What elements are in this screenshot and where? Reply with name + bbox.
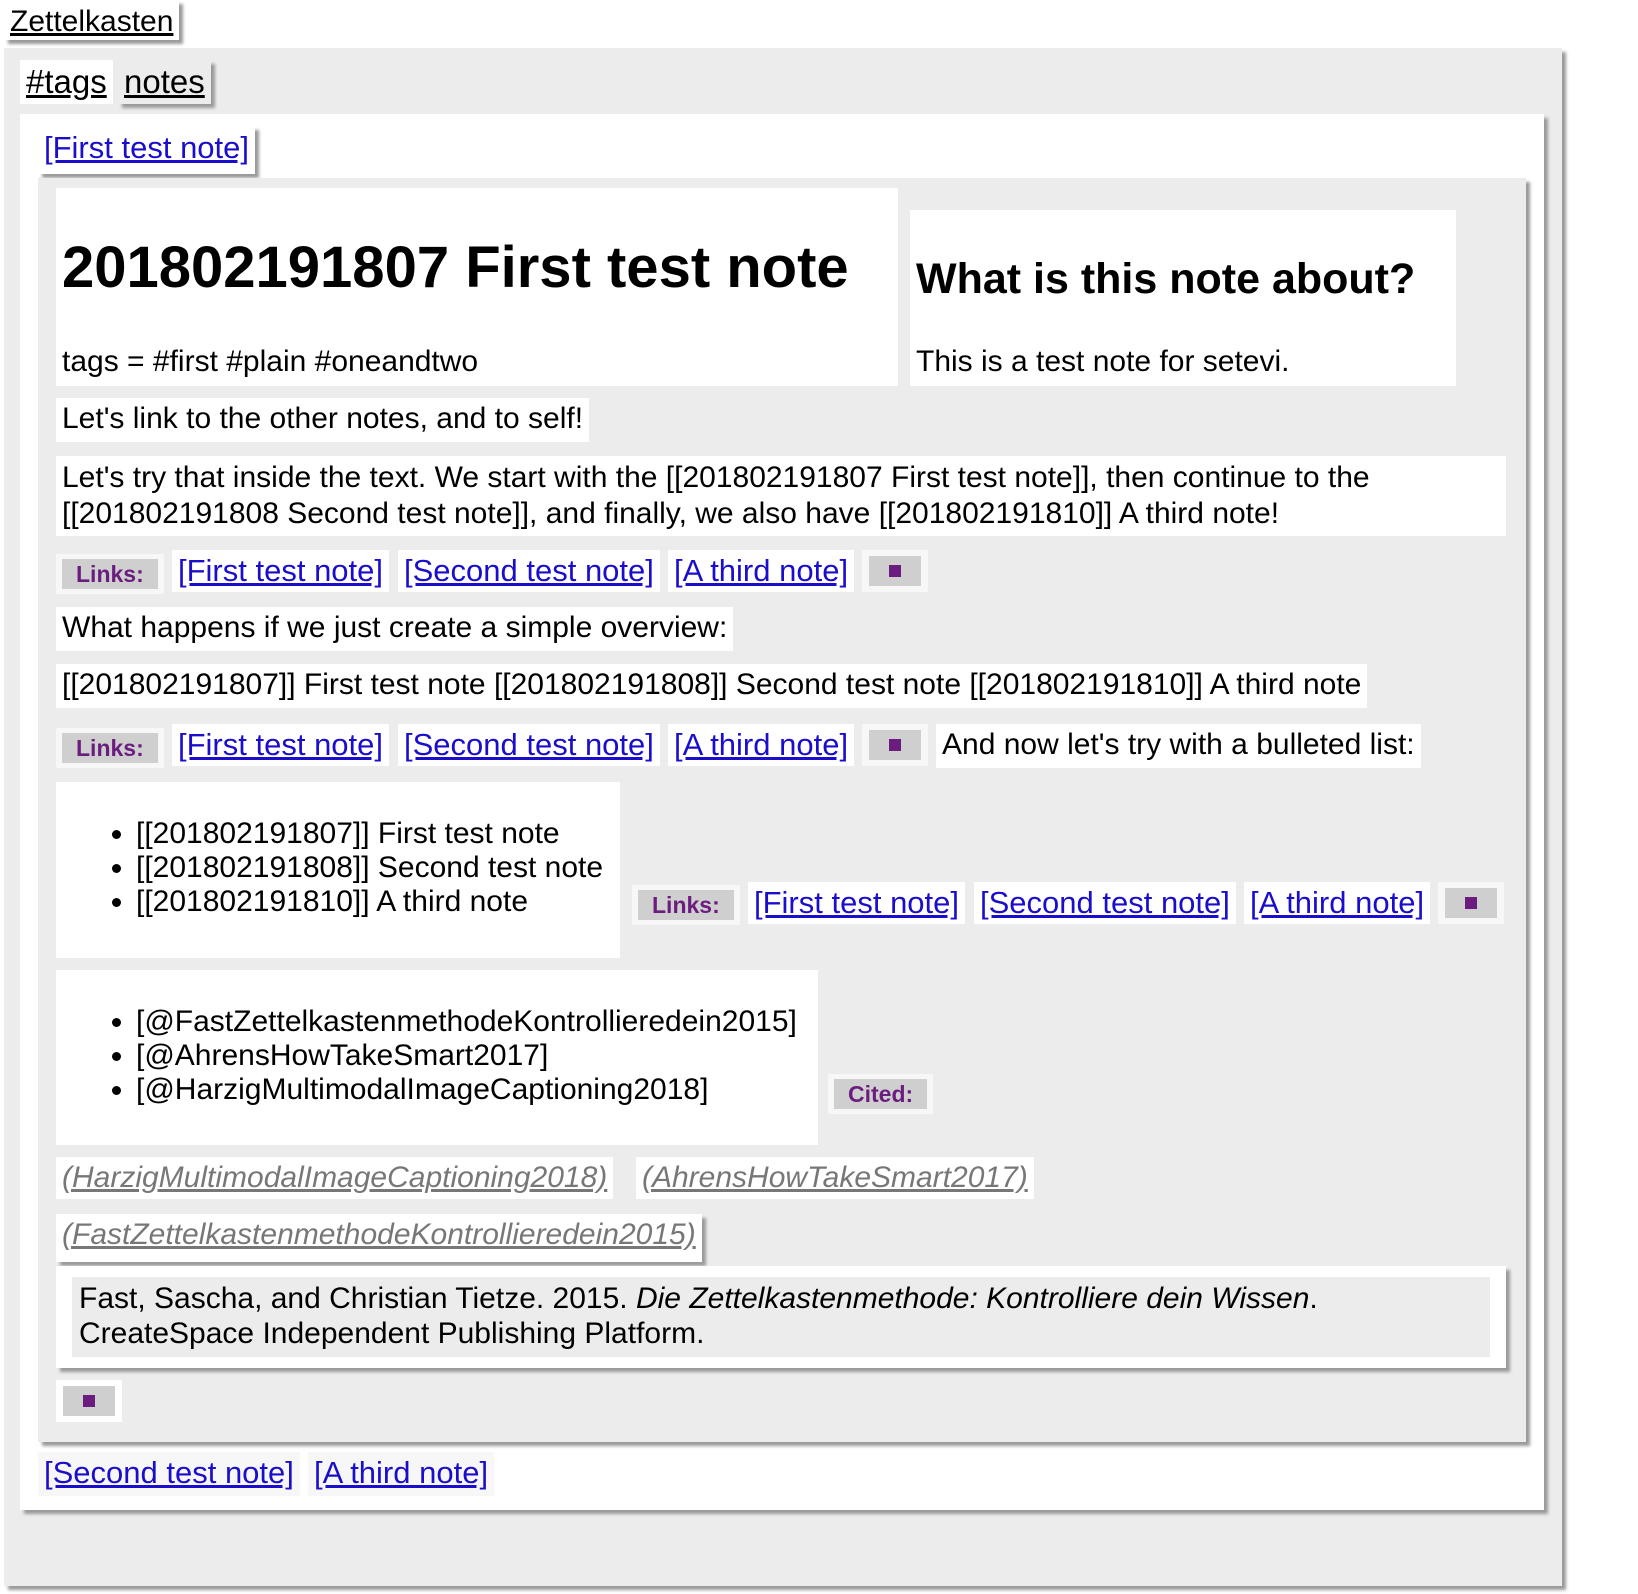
link-chip-second[interactable]: [Second test note] <box>398 550 660 592</box>
paragraph-overview-intro: What happens if we just create a simple … <box>56 607 734 651</box>
tab-notes-label[interactable]: notes <box>124 63 205 100</box>
note-tab-first[interactable]: [First test note] <box>38 126 256 174</box>
reference-entry: Fast, Sascha, and Christian Tietze. 2015… <box>72 1277 1490 1357</box>
link-second-note[interactable]: [Second test note] <box>404 727 654 762</box>
link-third-note[interactable]: [A third note] <box>674 553 848 588</box>
stop-icon <box>869 556 921 586</box>
cited-label: Cited: <box>834 1079 928 1109</box>
reference-panel: Fast, Sascha, and Christian Tietze. 2015… <box>56 1266 1506 1368</box>
citation-chip[interactable]: (HarzigMultimodalImageCaptioning2018) <box>56 1157 614 1199</box>
about-box: What is this note about? This is a test … <box>910 210 1456 386</box>
citation-link-fast[interactable]: (FastZettelkastenmethodeKontrollieredein… <box>62 1218 696 1251</box>
links-chip-3: Links: <box>632 885 740 925</box>
link-first-note[interactable]: [First test note] <box>178 727 383 762</box>
paragraph-inline-links: Let's try that inside the text. We start… <box>56 456 1506 536</box>
cited-chip: Cited: <box>828 1074 934 1114</box>
reference-authors: Fast, Sascha, and Christian Tietze. 2015… <box>79 1282 636 1315</box>
reference-title: Die Zettelkastenmethode: Kontrolliere de… <box>635 1282 1310 1315</box>
link-first-note[interactable]: [First test note] <box>178 553 383 588</box>
citation-link-harzig[interactable]: (HarzigMultimodalImageCaptioning2018) <box>62 1161 607 1194</box>
citation-link-ahrens[interactable]: (AhrensHowTakeSmart2017) <box>642 1161 1028 1194</box>
link-chip-third[interactable]: [A third note] <box>668 724 855 766</box>
reference-title-end: . <box>1309 1282 1318 1315</box>
links-label: Links: <box>638 890 734 920</box>
link-second-note[interactable]: [Second test note] <box>404 553 654 588</box>
note-tab-second[interactable]: [Second test note] <box>38 1452 300 1496</box>
stop-button-3[interactable] <box>1438 882 1504 924</box>
stop-button-4[interactable] <box>56 1380 122 1422</box>
links-label: Links: <box>62 559 158 589</box>
note-tab-second-link[interactable]: [Second test note] <box>44 1455 294 1490</box>
links-chip-1: Links: <box>56 554 164 594</box>
list-item: [[201802191810]] A third note <box>136 885 620 919</box>
paragraph-overview: [[201802191807]] First test note [[20180… <box>56 664 1368 708</box>
about-text: This is a test note for setevi. <box>916 345 1290 378</box>
stop-button-1[interactable] <box>862 550 928 592</box>
note-tags: tags = #first #plain #oneandtwo <box>62 345 479 378</box>
list-item: [@AhrensHowTakeSmart2017] <box>136 1039 818 1073</box>
citation-chip-active[interactable]: (FastZettelkastenmethodeKontrollieredein… <box>56 1214 702 1262</box>
list-item: [[201802191807]] First test note <box>136 817 620 851</box>
bullet-list-citations: [@FastZettelkastenmethodeKontrollieredei… <box>56 970 818 1145</box>
link-chip-second[interactable]: [Second test note] <box>974 882 1236 924</box>
paragraph-bullet-intro: And now let's try with a bulleted list: <box>936 724 1421 768</box>
bullet-list-notes: [[201802191807]] First test note [[20180… <box>56 782 620 958</box>
note-tab-link[interactable]: [First test note] <box>44 130 249 165</box>
link-first-note[interactable]: [First test note] <box>754 885 959 920</box>
link-chip-second[interactable]: [Second test note] <box>398 724 660 766</box>
list-item: [@FastZettelkastenmethodeKontrollieredei… <box>136 1005 818 1039</box>
links-chip-2: Links: <box>56 728 164 768</box>
note-tab-third-link[interactable]: [A third note] <box>314 1455 488 1490</box>
stop-icon <box>1445 888 1497 918</box>
tab-tags-label[interactable]: #tags <box>26 63 107 100</box>
link-second-note[interactable]: [Second test note] <box>980 885 1230 920</box>
link-chip-third[interactable]: [A third note] <box>1244 882 1431 924</box>
link-chip-third[interactable]: [A third note] <box>668 550 855 592</box>
link-chip-first[interactable]: [First test note] <box>172 724 390 766</box>
about-heading: What is this note about? <box>916 255 1416 303</box>
link-chip-first[interactable]: [First test note] <box>748 882 966 924</box>
link-third-note[interactable]: [A third note] <box>674 727 848 762</box>
link-chip-first[interactable]: [First test note] <box>172 550 390 592</box>
links-label: Links: <box>62 733 158 763</box>
stop-icon <box>63 1386 115 1416</box>
note-title: 201802191807 First test note <box>62 235 849 300</box>
citation-chip[interactable]: (AhrensHowTakeSmart2017) <box>636 1157 1034 1199</box>
app-title[interactable]: Zettelkasten <box>10 5 173 38</box>
paragraph-inline-links-line1: Let's try that inside the text. We start… <box>62 461 1370 494</box>
paragraph-inline-links-line2: [[201802191808 Second test note]], and f… <box>62 497 1280 530</box>
list-item: [@HarzigMultimodalImageCaptioning2018] <box>136 1073 818 1107</box>
reference-publisher: CreateSpace Independent Publishing Platf… <box>79 1317 705 1350</box>
tab-notes[interactable]: notes <box>118 60 211 104</box>
paragraph-intro: Let's link to the other notes, and to se… <box>56 398 590 442</box>
list-item: [[201802191808]] Second test note <box>136 851 620 885</box>
stop-button-2[interactable] <box>862 724 928 766</box>
link-third-note[interactable]: [A third note] <box>1250 885 1424 920</box>
tab-tags[interactable]: #tags <box>20 60 113 104</box>
note-tab-third[interactable]: [A third note] <box>308 1452 495 1496</box>
stop-icon <box>869 730 921 760</box>
note-title-box: 201802191807 First test note tags = #fir… <box>56 188 898 386</box>
app-title-tab[interactable]: Zettelkasten <box>4 0 180 40</box>
